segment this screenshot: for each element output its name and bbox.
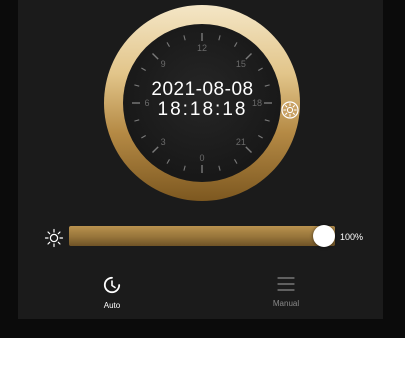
brightness-value: 100% — [340, 232, 364, 242]
dial-hour-label: 9 — [161, 59, 166, 69]
auto-mode-label: Auto — [103, 301, 121, 310]
dial-hour-label: 12 — [197, 43, 207, 53]
dial-hour-label: 15 — [236, 59, 246, 69]
brightness-sun-icon — [44, 228, 64, 248]
auto-mode-button[interactable]: Auto — [82, 276, 142, 310]
slider-fill — [69, 226, 335, 246]
dial-hour-label: 0 — [199, 153, 204, 163]
clock-icon — [103, 276, 121, 294]
slider-handle[interactable] — [313, 225, 335, 247]
manual-mode-label: Manual — [272, 299, 300, 308]
manual-mode-button[interactable]: Manual — [256, 276, 316, 308]
dial-hour-label: 3 — [161, 137, 166, 147]
brightness-slider[interactable] — [69, 225, 335, 247]
device-panel: 121518210369 2021-08-08 18:18:18 — [0, 0, 405, 338]
dial-hour-label: 21 — [236, 137, 246, 147]
menu-lines-icon — [277, 277, 295, 291]
clock-date: 2021-08-08 — [151, 79, 254, 100]
clock-time: 18:18:18 — [157, 99, 248, 120]
